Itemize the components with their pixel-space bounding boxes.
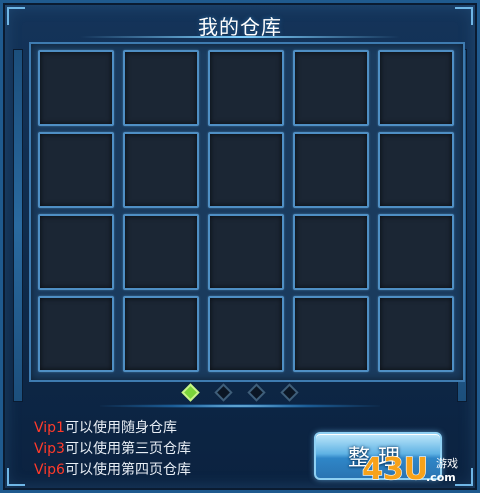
vip-info-line: Vip3可以使用第三页仓库 — [34, 439, 304, 460]
storage-slot[interactable] — [208, 132, 284, 208]
vip-level: Vip3 — [34, 441, 65, 457]
storage-slot[interactable] — [123, 132, 199, 208]
vip-info: Vip1可以使用随身仓库 Vip3可以使用第三页仓库 Vip6可以使用第四页仓库 — [34, 418, 304, 481]
vip-benefit-text: 可以使用第四页仓库 — [64, 462, 191, 478]
storage-grid — [38, 50, 454, 372]
storage-slot[interactable] — [378, 132, 454, 208]
storage-slot[interactable] — [293, 296, 369, 372]
storage-slot[interactable] — [123, 214, 199, 290]
storage-slot[interactable] — [123, 50, 199, 126]
storage-slot[interactable] — [293, 50, 369, 126]
page-indicator — [0, 383, 480, 402]
storage-slot[interactable] — [208, 50, 284, 126]
vip-level: Vip1 — [34, 420, 65, 436]
vip-benefit-text: 可以使用第三页仓库 — [64, 441, 191, 457]
site-watermark-logo: 43U .com 游戏 — [362, 451, 458, 487]
frame-corner-ornament — [7, 468, 25, 486]
page-dot-3[interactable] — [247, 383, 266, 402]
storage-slot[interactable] — [123, 296, 199, 372]
svg-text:游戏: 游戏 — [436, 457, 458, 470]
frame-corner-ornament — [455, 7, 473, 25]
storage-slot[interactable] — [38, 50, 114, 126]
title-bar: 我的仓库 — [140, 6, 340, 44]
storage-slot[interactable] — [293, 214, 369, 290]
storage-slot[interactable] — [38, 214, 114, 290]
storage-slot[interactable] — [378, 214, 454, 290]
storage-grid-frame — [29, 42, 465, 382]
storage-slot[interactable] — [208, 214, 284, 290]
vip-info-line: Vip6可以使用第四页仓库 — [34, 460, 304, 481]
vip-level: Vip6 — [34, 462, 65, 478]
vip-info-line: Vip1可以使用随身仓库 — [34, 418, 304, 439]
storage-slot[interactable] — [208, 296, 284, 372]
storage-slot[interactable] — [38, 296, 114, 372]
svg-text:.com: .com — [426, 471, 456, 484]
title-glow-divider — [80, 36, 400, 38]
svg-text:43U: 43U — [362, 452, 428, 487]
storage-slot[interactable] — [38, 132, 114, 208]
page-dot-2[interactable] — [214, 383, 233, 402]
vip-benefit-text: 可以使用随身仓库 — [64, 420, 177, 436]
page-dot-1[interactable] — [181, 383, 200, 402]
pager-glow-divider — [100, 404, 380, 408]
left-frame-ornament — [13, 49, 23, 402]
page-dot-4[interactable] — [280, 383, 299, 402]
frame-corner-ornament — [7, 7, 25, 25]
storage-slot[interactable] — [378, 50, 454, 126]
storage-slot[interactable] — [378, 296, 454, 372]
storage-slot[interactable] — [293, 132, 369, 208]
